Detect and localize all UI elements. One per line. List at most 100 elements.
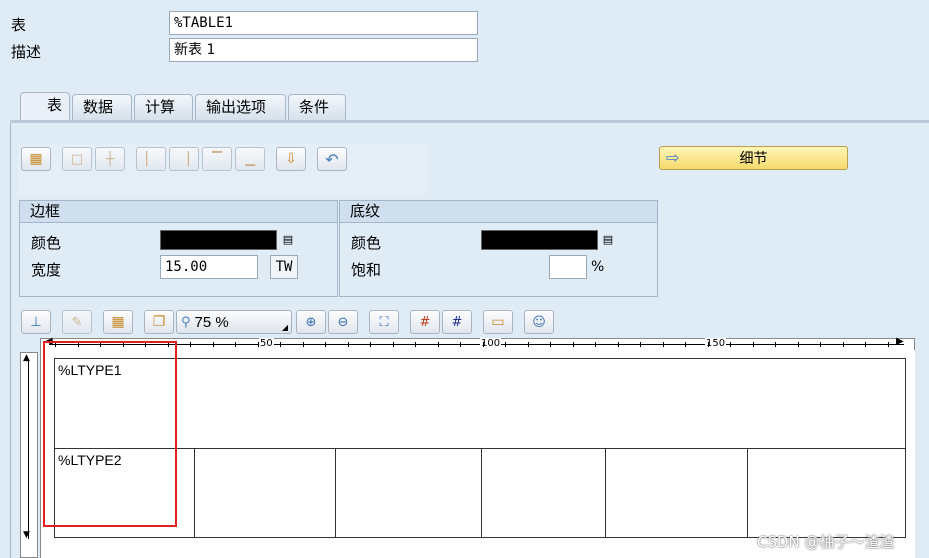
download-arrow-icon: ⇩ (285, 151, 297, 167)
ruler-tick (797, 342, 799, 347)
apply-format-button[interactable]: ⇩ (276, 147, 306, 171)
shading-color-label: 颜色 (351, 234, 382, 252)
border-width-field[interactable]: 15.00 (160, 255, 258, 279)
zoom-icon: ⚲ (181, 314, 191, 330)
border-left-icon: ▏ (146, 151, 156, 167)
border-right-icon: ▕ (179, 151, 189, 167)
tab-table[interactable]: 表 (20, 92, 70, 120)
ruler-tick (820, 342, 821, 347)
border-group-title: 边框 (20, 201, 337, 223)
user-icon: ☺ (532, 314, 546, 330)
copy-button[interactable]: ❐ (144, 310, 174, 334)
row2-cell-3[interactable] (335, 448, 482, 538)
tab-output-options-label: 输出选项 (206, 98, 267, 116)
tab-calculation[interactable]: 计算 (134, 94, 193, 120)
border-bottom-button[interactable]: ▁ (235, 147, 265, 171)
border-outer-button[interactable]: □ (62, 147, 92, 171)
ruler-tick (257, 342, 259, 347)
grid-blue-icon: # (451, 314, 463, 330)
watermark: CSDN @柚子～渣渣 (757, 533, 895, 551)
row2-cell-4[interactable] (481, 448, 606, 538)
table-view-button[interactable]: ▦ (103, 310, 133, 334)
saturation-label: 饱和 (351, 261, 382, 279)
tab-calculation-label: 计算 (145, 98, 176, 116)
zoom-out-button[interactable]: ⊖ (328, 310, 358, 334)
saturation-field[interactable] (549, 255, 587, 279)
ruler-tick (842, 342, 844, 347)
line-type-row-1[interactable] (54, 358, 906, 449)
border-inner-icon: ┼ (106, 151, 114, 167)
ruler-tick (640, 342, 641, 347)
border-color-swatch[interactable] (160, 230, 277, 250)
ruler-tick (527, 342, 529, 347)
ruler-tick (392, 342, 394, 347)
ruler-down-arrow-icon: ▼ (23, 530, 30, 540)
arrow-right-icon: ⇨ (666, 148, 680, 167)
color-picker-icon[interactable]: ▤ (281, 233, 295, 247)
border-outer-icon: □ (70, 151, 84, 167)
tab-data[interactable]: 数据 (72, 94, 132, 120)
border-unit-field[interactable]: TW (270, 255, 298, 279)
zoom-value: 75 % (194, 313, 229, 331)
table-grid-icon: ▦ (29, 151, 43, 167)
row2-cell-5[interactable] (605, 448, 748, 538)
ruler-tick (437, 342, 439, 347)
ruler-button[interactable]: ▭ (483, 310, 513, 334)
table-icon: ▦ (111, 314, 125, 330)
zoom-select[interactable]: ⚲ 75 % ◢ (176, 310, 292, 334)
ruler-icon: ▭ (491, 314, 505, 330)
user-info-button[interactable]: ☺ (524, 310, 554, 334)
details-button[interactable]: ⇨ 细节 (659, 146, 848, 170)
ruler-right-arrow-icon: ▶ (896, 336, 904, 347)
ruler-tick (887, 342, 889, 347)
tab-conditions-label: 条件 (299, 98, 330, 116)
description-field[interactable]: 新表 1 (169, 38, 478, 62)
border-top-icon: ▔ (212, 151, 222, 167)
ruler-tick (212, 342, 214, 347)
ruler-tick (550, 342, 551, 347)
grid-button[interactable]: # (410, 310, 440, 334)
edit-button[interactable]: ✎ (62, 310, 92, 334)
border-top-button[interactable]: ▔ (202, 147, 232, 171)
ruler-tick (707, 342, 709, 347)
tab-data-label: 数据 (83, 98, 114, 116)
border-left-button[interactable]: ▏ (136, 147, 166, 171)
ruler-tick (190, 342, 191, 347)
copy-icon: ❐ (152, 314, 166, 330)
ruler-tick (730, 342, 731, 347)
tab-conditions[interactable]: 条件 (288, 94, 346, 120)
ruler-tick (482, 342, 484, 347)
pin-icon: ⊥ (30, 314, 42, 330)
row2-cell-6[interactable] (747, 448, 906, 538)
undo-button[interactable]: ↶ (317, 147, 347, 171)
grid-blue-button[interactable]: # (442, 310, 472, 334)
shading-color-swatch[interactable] (481, 230, 598, 250)
zoom-in-button[interactable]: ⊕ (296, 310, 326, 334)
vertical-ruler-line (28, 359, 29, 539)
ruler-label-50: 50 (259, 338, 274, 349)
border-width-label: 宽度 (31, 261, 62, 279)
ruler-up-arrow-icon: ▲ (23, 353, 30, 363)
table-style-button[interactable]: ▦ (21, 147, 51, 171)
undo-icon: ↶ (325, 149, 339, 169)
ruler-tick (460, 342, 461, 347)
pin-button[interactable]: ⊥ (21, 310, 51, 334)
color-picker-icon[interactable]: ▤ (601, 233, 615, 247)
vertical-ruler: ▲ ▼ (20, 352, 38, 558)
dropdown-arrow-icon: ◢ (281, 323, 288, 332)
description-label: 描述 (11, 43, 42, 61)
fit-page-button[interactable]: ⛶ (369, 310, 399, 334)
pencil-icon: ✎ (71, 314, 83, 330)
ruler-tick (617, 342, 619, 347)
tab-output-options[interactable]: 输出选项 (195, 94, 286, 120)
table-name-field[interactable]: %TABLE1 (169, 11, 478, 35)
row2-cell-2[interactable] (194, 448, 336, 538)
border-color-label: 颜色 (31, 234, 62, 252)
grid-icon: # (419, 314, 431, 330)
details-button-label: 细节 (739, 151, 768, 167)
ruler-tick (752, 342, 754, 347)
border-inner-button[interactable]: ┼ (95, 147, 125, 171)
border-right-button[interactable]: ▕ (169, 147, 199, 171)
ruler-tick (370, 342, 371, 347)
tab-table-label: 表 (47, 96, 63, 114)
